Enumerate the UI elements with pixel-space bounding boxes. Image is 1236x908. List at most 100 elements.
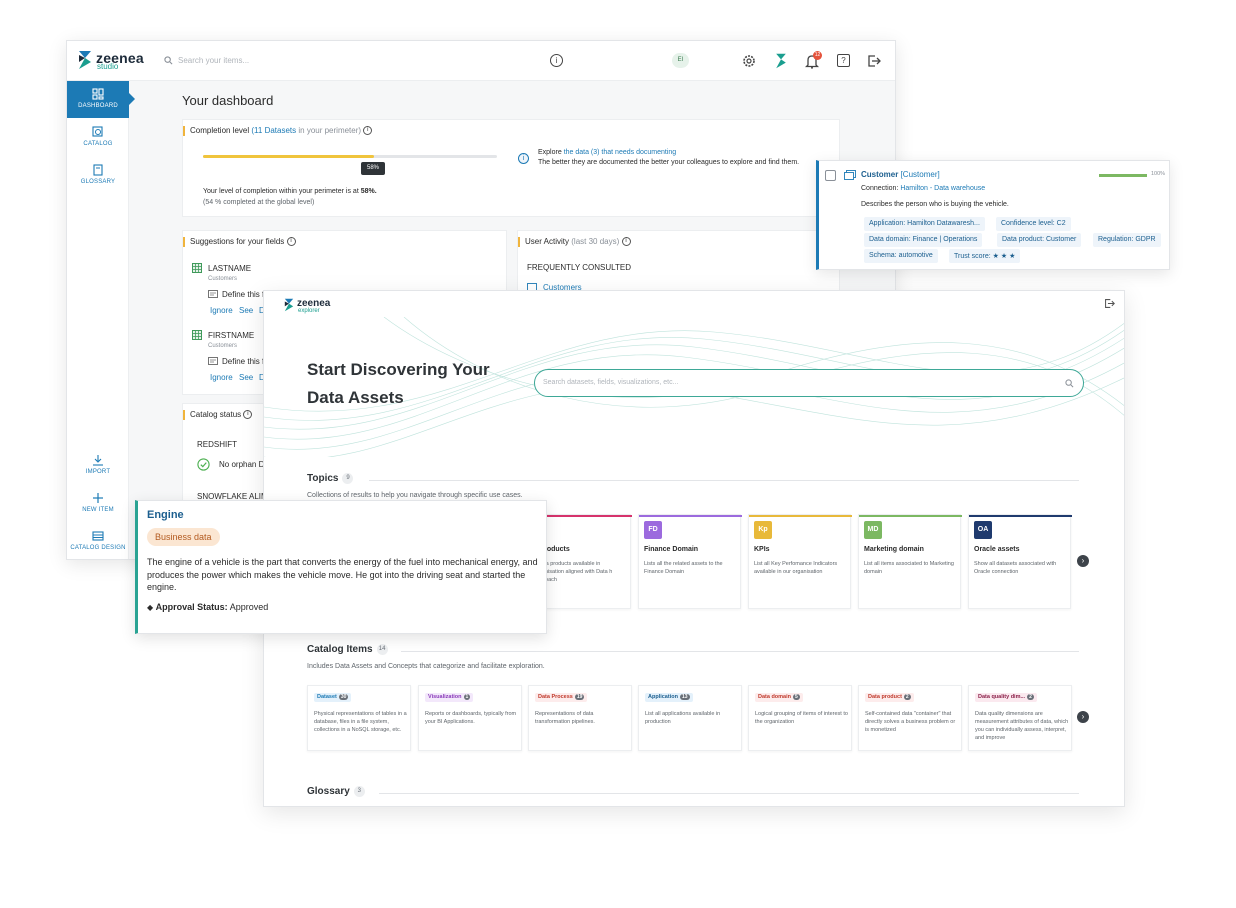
catalog-item-type: Data Process [538,694,573,700]
sidebar-label-import: IMPORT [85,469,111,475]
studio-search-placeholder: Search your items... [178,56,250,65]
customer-name[interactable]: Customer [861,170,898,179]
suggestion-field-name[interactable]: FIRSTNAME [208,331,254,340]
sidebar-item-glossary[interactable]: GLOSSARY [67,164,129,194]
catalog-item-card[interactable]: Dataset 30 Physical representations of ta… [307,685,411,751]
sidebar-item-catalog[interactable]: CATALOG [67,126,129,156]
hero-title-line2: Data Assets [307,388,404,407]
glossary-icon [93,164,103,176]
sidebar-item-catalog-design[interactable]: CATALOG DESIGN [67,530,129,559]
topic-description: ll data products available in organisati… [534,561,613,583]
suggestion-ignore-link[interactable]: Ignore [210,373,233,382]
catalog-item-card[interactable]: Visualization 1 Reports or dashboards, ty… [418,685,522,751]
sidebar-label-dashboard: DASHBOARD [78,103,118,109]
engine-business-data-badge: Business data [147,528,220,546]
studio-search-input[interactable]: Search your items... [162,50,542,72]
diamond-bullet-icon: ◆ [147,603,154,612]
catalog-icon [92,126,103,137]
catalog-item-type-pill: Data product 2 [865,693,914,702]
suggestion-see-link[interactable]: See [239,306,253,315]
customer-connection-link[interactable]: Hamilton - Data warehouse [900,185,985,192]
catalog-item-card[interactable]: Data domain 5 Logical grouping of items o… [748,685,852,751]
topics-divider [369,480,1079,481]
studio-sidebar: DASHBOARD CATALOG GLOSSARY IMPORT NEW IT… [67,81,135,559]
topic-name: Finance Domain [644,546,699,553]
topic-card[interactable]: FD Finance Domain Lists all the related … [638,514,742,609]
explorer-search-input[interactable]: Search datasets, fields, visualizations,… [534,369,1084,397]
topic-badge: Kp [754,521,772,539]
completion-perimeter-text: in your perimeter) [296,126,362,135]
catalog-item-count: 30 [338,694,349,700]
explorer-search-placeholder: Search datasets, fields, visualizations,… [543,379,679,386]
sidebar-item-import[interactable]: IMPORT [67,454,129,484]
user-activity-title: User Activity [525,237,570,246]
topic-card[interactable]: OA Oracle assets Show all datasets assoc… [968,514,1072,609]
customer-property-tag: Application: Hamilton Datawaresh... [864,217,985,231]
sidebar-item-new-item[interactable]: NEW ITEM [67,492,129,522]
sidebar-label-catalog-design: CATALOG DESIGN [70,545,126,551]
suggestion-see-link[interactable]: See [239,373,253,382]
suggestion-action: Define this f [222,290,265,299]
topic-card[interactable]: Kp KPIs List all Key Perfomance Indicato… [748,514,852,609]
dataset-icon [844,170,856,180]
catalog-item-count: 5 [793,694,800,700]
topic-card[interactable]: MD Marketing domain List all items assoc… [858,514,962,609]
completion-global-note: (54 % completed at the global level) [203,199,315,206]
catalog-item-card[interactable]: Data Process 19 Representations of data t… [528,685,632,751]
suggestion-field-name[interactable]: LASTNAME [208,264,251,273]
catalog-item-description: Data quality dimensions are measurement … [975,711,1069,741]
catalog-item-card[interactable]: Data product 2 Self-contained data "conta… [858,685,962,751]
zeenea-switch-icon[interactable] [775,53,787,69]
topic-name: KPIs [754,546,770,553]
topic-name: Oracle assets [974,546,1020,553]
help-icon[interactable]: ? [837,54,850,67]
user-activity-info-icon[interactable]: i [621,237,631,247]
completion-info-icon[interactable]: i [363,126,373,136]
completion-datasets-link[interactable]: (11 Datasets [251,126,296,135]
suggestion-ignore-link[interactable]: Ignore [210,306,233,315]
studio-page-title: Your dashboard [182,93,274,108]
search-icon[interactable] [1065,379,1074,388]
sidebar-item-dashboard[interactable]: DASHBOARD [67,81,129,118]
catalog-item-count: 13 [679,694,690,700]
glossary-title: Glossary [307,786,350,798]
customer-title-row: Customer [Customer] [861,170,940,179]
catalog-item-count: 2 [903,694,911,700]
suggestions-info-icon[interactable]: i [286,237,296,247]
description-card-icon [208,290,218,298]
topics-next-arrow-icon[interactable]: › [1077,555,1089,567]
info-icon[interactable]: i [550,54,563,67]
customer-completion-track [1099,174,1147,177]
catalog-item-description: Representations of data transformation p… [535,711,595,725]
logout-icon[interactable] [867,54,881,68]
check-circle-icon [197,458,210,471]
catalog-item-type-pill: Data domain 5 [755,693,803,702]
explore-undocumented-link[interactable]: the data (3) that needs documenting [564,149,676,156]
catalog-items-next-arrow-icon[interactable]: › [1077,711,1089,723]
engine-approval-value: Approved [229,602,269,612]
glossary-count: 3 [353,786,365,797]
field-grid-icon [192,263,202,273]
customer-item-card[interactable]: Customer [Customer] 100% Connection: Ham… [816,160,1170,270]
customer-property-tag: Regulation: GDPR [1093,233,1161,247]
completion-summary-value: 58%. [360,188,377,195]
user-avatar[interactable]: EI [672,53,689,68]
engine-title[interactable]: Engine [147,509,184,521]
catalog-item-card[interactable]: Application 13 List all applications avai… [638,685,742,751]
customer-property-tag: Data domain: Finance | Operations [864,233,983,247]
explore-info-icon: i [518,153,529,164]
catalog-item-card[interactable]: Data quality dim... 2 Data quality dimens… [968,685,1072,751]
customer-select-checkbox[interactable] [825,170,836,181]
catalog-item-type-pill: Visualization 1 [425,693,474,702]
engine-glossary-card[interactable]: Engine Business data The engine of a veh… [135,500,547,634]
topic-color-bar [859,515,962,517]
logout-icon[interactable] [1104,298,1115,309]
engine-approval-row: ◆ Approval Status: Approved [147,602,268,612]
settings-gear-icon[interactable] [742,54,756,68]
suggestion-field-dataset: Customers [208,276,238,282]
topics-title: Topics [307,473,339,485]
catalog-item-count: 2 [1027,694,1034,700]
engine-approval-label: Approval Status: [155,602,228,612]
completion-tooltip: 58% [361,162,385,175]
catalog-status-info-icon[interactable]: i [243,410,253,420]
